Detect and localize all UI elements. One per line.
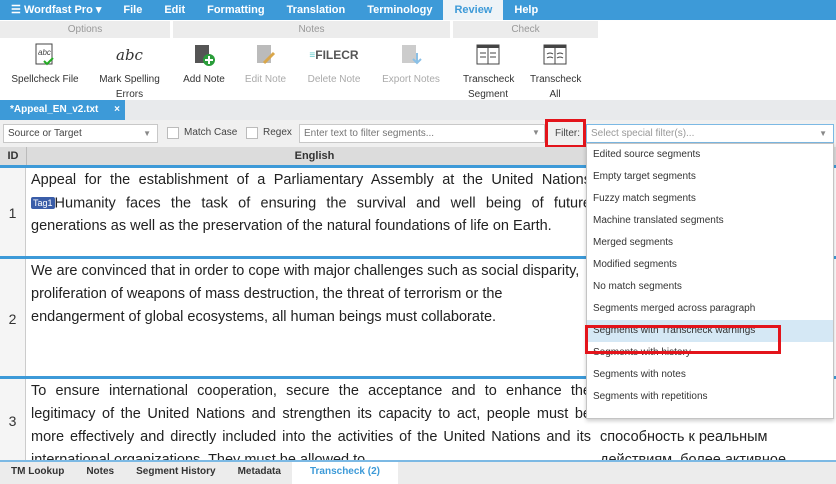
segment-id: 1 [0,168,26,258]
chevron-down-icon: ▼ [143,129,151,138]
regex-checkbox[interactable] [246,127,258,139]
tag-badge: Tag1 [31,197,55,209]
tab-transcheck[interactable]: Transcheck (2) [291,462,398,484]
column-id: ID [0,147,27,165]
segment-source[interactable]: We are convinced that in order to cope w… [31,260,591,329]
filter-option[interactable]: No match segments [587,276,833,298]
filter-option[interactable]: Empty target segments [587,166,833,188]
menu-file[interactable]: File [112,0,153,20]
menu-translation[interactable]: Translation [276,0,357,20]
filter-option[interactable]: Merged segments [587,232,833,254]
document-tab-bar [0,100,836,120]
filter-option[interactable]: Fuzzy match segments [587,188,833,210]
tab-tm-lookup[interactable]: TM Lookup [0,462,75,484]
document-tab[interactable]: *Appeal_EN_v2.txt × [0,100,125,120]
add-note-button[interactable]: Add Note [175,42,233,87]
filter-option[interactable]: Segments with repetitions [587,386,833,408]
export-notes-icon [378,42,444,68]
close-icon[interactable]: × [114,100,120,120]
highlight-box [585,325,781,354]
menu-bar: ☰ Wordfast Pro ▾ File Edit Formatting Tr… [0,0,836,20]
spellcheck-icon: abc [5,42,85,68]
segment-source[interactable]: Appeal for the establishment of a Parlia… [31,169,591,238]
svg-text:abc: abc [38,48,51,57]
match-case-checkbox[interactable] [167,127,179,139]
regex-label: Regex [263,127,292,138]
transcheck-all-button[interactable]: Transcheck All [528,42,582,102]
filter-option[interactable]: Modified segments [587,254,833,276]
menu-review[interactable]: Review [443,0,504,20]
chevron-down-icon: ▼ [532,128,540,137]
scope-select[interactable]: Source or Target ▼ [3,124,158,143]
abc-icon: abc [116,45,143,64]
filecr-watermark: ≡ FILECR [309,47,359,62]
filter-option[interactable]: Machine translated segments [587,210,833,232]
group-check: Check [453,21,598,38]
segment-source[interactable]: To ensure international cooperation, sec… [31,380,591,462]
transcheck-all-icon [528,42,582,68]
spellcheck-file-button[interactable]: abc Spellcheck File [5,42,85,87]
hamburger-icon: ☰ [11,4,21,16]
filter-option[interactable]: Segments merged across paragraph [587,298,833,320]
segment-id: 3 [0,379,26,462]
tab-metadata[interactable]: Metadata [227,462,292,484]
transcheck-segment-button[interactable]: Transcheck Segment [455,42,521,102]
group-options: Options [0,21,170,38]
edit-note-button[interactable]: Edit Note [238,42,293,87]
filter-option[interactable]: Segments with notes [587,364,833,386]
menu-edit[interactable]: Edit [153,0,196,20]
tab-notes[interactable]: Notes [75,462,125,484]
tab-segment-history[interactable]: Segment History [125,462,226,484]
delete-note-button[interactable]: ≡ FILECR Delete Note [300,42,368,87]
column-english: English [294,150,335,162]
group-notes: Notes [173,21,450,38]
menu-help[interactable]: Help [503,0,549,20]
filter-option[interactable]: Edited source segments [587,144,833,166]
edit-note-icon [238,42,293,68]
app-menu[interactable]: ☰ Wordfast Pro ▾ [0,0,112,20]
menu-formatting[interactable]: Formatting [196,0,275,20]
transcheck-segment-icon [455,42,521,68]
filter-text-input[interactable] [299,124,545,143]
highlight-box [545,119,586,148]
match-case-label: Match Case [184,127,238,138]
add-note-icon [175,42,233,68]
special-filter-dropdown: Edited source segments Empty target segm… [586,143,834,419]
bottom-panel-tabs: TM Lookup Notes Segment History Metadata… [0,460,836,484]
special-filter-select[interactable]: Select special filter(s)... ▼ [586,124,834,143]
export-notes-button[interactable]: Export Notes [378,42,444,87]
segment-target[interactable]: способность к реальным действиям, более … [600,426,836,462]
menu-terminology[interactable]: Terminology [356,0,443,20]
mark-spelling-errors-button[interactable]: abc Mark Spelling Errors [92,42,167,102]
segment-id: 2 [0,259,26,378]
chevron-down-icon: ▼ [819,129,827,138]
